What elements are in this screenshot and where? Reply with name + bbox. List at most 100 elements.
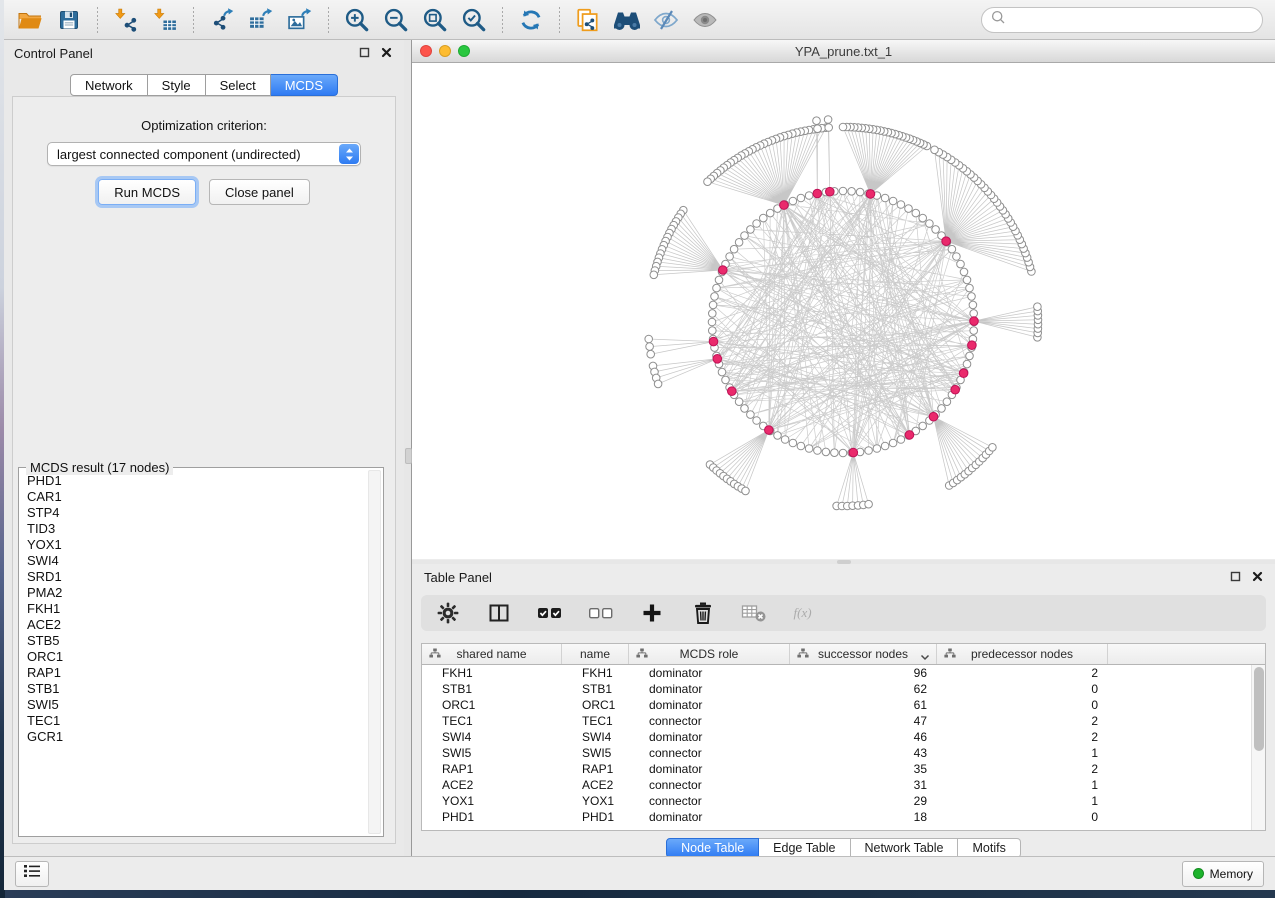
column-header-shared-name[interactable]: shared name <box>422 644 562 664</box>
graph-satellite-node[interactable] <box>839 123 847 131</box>
table-scrollbar-thumb[interactable] <box>1254 667 1264 751</box>
mcds-result-item[interactable]: SWI5 <box>27 697 367 713</box>
graph-node[interactable] <box>966 284 974 292</box>
graph-node[interactable] <box>970 310 978 318</box>
graph-node[interactable] <box>747 411 755 419</box>
graph-node[interactable] <box>839 187 847 195</box>
function-builder-icon[interactable]: f(x) <box>792 600 818 626</box>
import-network-icon[interactable] <box>108 5 144 35</box>
graph-node[interactable] <box>822 448 830 456</box>
graph-hub-node[interactable] <box>813 189 822 198</box>
memory-button[interactable]: Memory <box>1182 861 1264 887</box>
tab-style[interactable]: Style <box>148 74 206 96</box>
vertical-splitter[interactable] <box>404 40 412 856</box>
tab-select[interactable]: Select <box>206 74 271 96</box>
graph-node[interactable] <box>753 220 761 228</box>
table-row[interactable]: SWI4SWI4dominator462 <box>422 729 1265 745</box>
mcds-result-item[interactable]: SWI4 <box>27 553 367 569</box>
zoom-selected-icon[interactable] <box>456 5 492 35</box>
graph-node[interactable] <box>735 398 743 406</box>
graph-hub-node[interactable] <box>970 317 979 326</box>
graph-hub-node[interactable] <box>951 385 960 394</box>
graph-node[interactable] <box>948 245 956 253</box>
vertical-splitter-handle[interactable] <box>405 448 412 464</box>
tab-motifs[interactable]: Motifs <box>958 838 1020 858</box>
graph-satellite-node[interactable] <box>650 271 658 279</box>
graph-node[interactable] <box>730 245 738 253</box>
close-panel-icon[interactable] <box>381 47 392 58</box>
graph-node[interactable] <box>953 253 961 261</box>
graph-satellite-node[interactable] <box>742 487 750 495</box>
network-canvas[interactable] <box>412 63 1275 559</box>
open-session-icon[interactable] <box>12 5 48 35</box>
graph-node[interactable] <box>722 376 730 384</box>
select-all-rows-icon[interactable] <box>537 600 563 626</box>
graph-node[interactable] <box>709 310 717 318</box>
graph-node[interactable] <box>805 192 813 200</box>
zoom-in-icon[interactable] <box>339 5 375 35</box>
import-table-icon[interactable] <box>147 5 183 35</box>
deselect-all-rows-icon[interactable] <box>588 600 614 626</box>
optimization-criterion-select[interactable]: largest connected component (undirected) <box>47 142 361 166</box>
graph-node[interactable] <box>881 442 889 450</box>
graph-hub-node[interactable] <box>780 201 789 210</box>
graph-node[interactable] <box>919 214 927 222</box>
table-row[interactable]: STB1STB1dominator620 <box>422 681 1265 697</box>
table-settings-icon[interactable] <box>435 600 461 626</box>
graph-node[interactable] <box>865 447 873 455</box>
graph-node[interactable] <box>726 253 734 261</box>
graph-node[interactable] <box>789 439 797 447</box>
tab-mcds[interactable]: MCDS <box>271 74 338 96</box>
graph-node[interactable] <box>889 439 897 447</box>
delete-column-icon[interactable] <box>690 600 716 626</box>
graph-node[interactable] <box>912 209 920 217</box>
graph-satellite-node[interactable] <box>646 343 654 351</box>
column-header-MCDS-role[interactable]: MCDS role <box>629 644 790 664</box>
graph-node[interactable] <box>897 201 905 209</box>
graph-hub-node[interactable] <box>728 387 737 396</box>
mcds-result-item[interactable]: STB5 <box>27 633 367 649</box>
export-table-icon[interactable] <box>243 5 279 35</box>
clone-network-icon[interactable] <box>570 5 606 35</box>
graph-node[interactable] <box>805 445 813 453</box>
export-network-icon[interactable] <box>204 5 240 35</box>
mcds-result-item[interactable]: PMA2 <box>27 585 367 601</box>
graph-node[interactable] <box>774 432 782 440</box>
graph-node[interactable] <box>711 293 719 301</box>
graph-node[interactable] <box>718 368 726 376</box>
graph-node[interactable] <box>889 197 897 205</box>
graph-node[interactable] <box>932 226 940 234</box>
table-row[interactable]: YOX1YOX1connector291 <box>422 793 1265 809</box>
graph-hub-node[interactable] <box>765 426 774 435</box>
table-scrollbar[interactable] <box>1251 665 1265 830</box>
refresh-icon[interactable] <box>513 5 549 35</box>
graph-satellite-node[interactable] <box>1034 303 1042 311</box>
graph-node[interactable] <box>963 276 971 284</box>
graph-node[interactable] <box>963 360 971 368</box>
hide-selected-icon[interactable] <box>648 5 684 35</box>
graph-satellite-node[interactable] <box>654 380 662 388</box>
column-header-predecessor-nodes[interactable]: predecessor nodes <box>937 644 1108 664</box>
window-close-button[interactable] <box>420 45 432 57</box>
graph-node[interactable] <box>919 422 927 430</box>
graph-satellite-node[interactable] <box>813 117 821 125</box>
graph-node[interactable] <box>969 301 977 309</box>
graph-node[interactable] <box>905 205 913 213</box>
table-row[interactable]: TEC1TEC1connector472 <box>422 713 1265 729</box>
mcds-result-item[interactable]: STP4 <box>27 505 367 521</box>
graph-satellite-node[interactable] <box>704 178 712 186</box>
graph-node[interactable] <box>753 417 761 425</box>
graph-hub-node[interactable] <box>929 412 938 421</box>
run-mcds-button[interactable]: Run MCDS <box>98 179 196 205</box>
graph-hub-node[interactable] <box>905 431 914 440</box>
mcds-result-item[interactable]: RAP1 <box>27 665 367 681</box>
delete-table-icon[interactable] <box>741 600 767 626</box>
graph-node[interactable] <box>957 260 965 268</box>
graph-node[interactable] <box>960 268 968 276</box>
window-minimize-button[interactable] <box>439 45 451 57</box>
mcds-result-item[interactable]: SRD1 <box>27 569 367 585</box>
graph-node[interactable] <box>943 398 951 406</box>
float-table-panel-icon[interactable] <box>1230 571 1241 582</box>
split-columns-icon[interactable] <box>486 600 512 626</box>
network-graph[interactable] <box>412 63 1275 559</box>
